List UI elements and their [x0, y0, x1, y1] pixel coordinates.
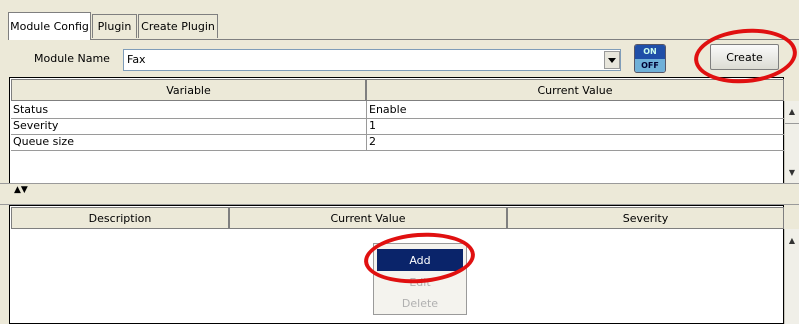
column-header-current-value[interactable]: Current Value [366, 79, 784, 101]
toggle-off-label: OFF [635, 58, 665, 72]
splitter-arrows-icon[interactable]: ▲▼ [14, 186, 28, 195]
scroll-track-mark [785, 123, 799, 124]
tab-module-config-label: Module Config [10, 20, 89, 33]
module-name-value: Fax [127, 53, 146, 66]
tab-create-plugin[interactable]: Create Plugin [138, 14, 218, 38]
scroll-up-icon[interactable]: ▲ [785, 104, 799, 118]
menu-item-delete[interactable]: Delete [377, 292, 463, 314]
table-row-value[interactable]: 1 [367, 119, 784, 133]
scroll-down-icon[interactable]: ▼ [785, 165, 799, 179]
chevron-down-icon [608, 57, 616, 63]
module-name-dropdown-button[interactable] [604, 51, 620, 69]
scroll-up-icon[interactable]: ▲ [785, 233, 799, 247]
table-row-value[interactable]: Enable [367, 103, 784, 117]
table-row-variable[interactable]: Queue size [11, 135, 366, 149]
column-header-severity[interactable]: Severity [507, 207, 784, 229]
tab-plugin-label: Plugin [97, 20, 132, 33]
on-off-toggle[interactable]: ON OFF [634, 44, 666, 73]
module-name-select[interactable] [123, 49, 621, 71]
variables-scrollbar[interactable]: ▲ ▼ [784, 101, 799, 183]
column-header-variable[interactable]: Variable [11, 79, 366, 101]
module-name-label: Module Name [34, 52, 110, 65]
tab-plugin[interactable]: Plugin [92, 14, 137, 38]
column-header-current-value[interactable]: Current Value [229, 207, 507, 229]
tab-create-plugin-label: Create Plugin [141, 20, 215, 33]
toggle-on-label: ON [635, 45, 665, 59]
table-row-variable[interactable]: Severity [11, 119, 366, 133]
events-scrollbar[interactable]: ▲ [784, 229, 799, 324]
tab-module-config[interactable]: Module Config [8, 12, 91, 40]
panel-splitter[interactable] [0, 183, 799, 205]
column-header-description[interactable]: Description [11, 207, 229, 229]
row-divider [11, 150, 784, 151]
tab-divider [8, 39, 799, 40]
table-row-value[interactable]: 2 [367, 135, 784, 149]
table-row-variable[interactable]: Status [11, 103, 366, 117]
